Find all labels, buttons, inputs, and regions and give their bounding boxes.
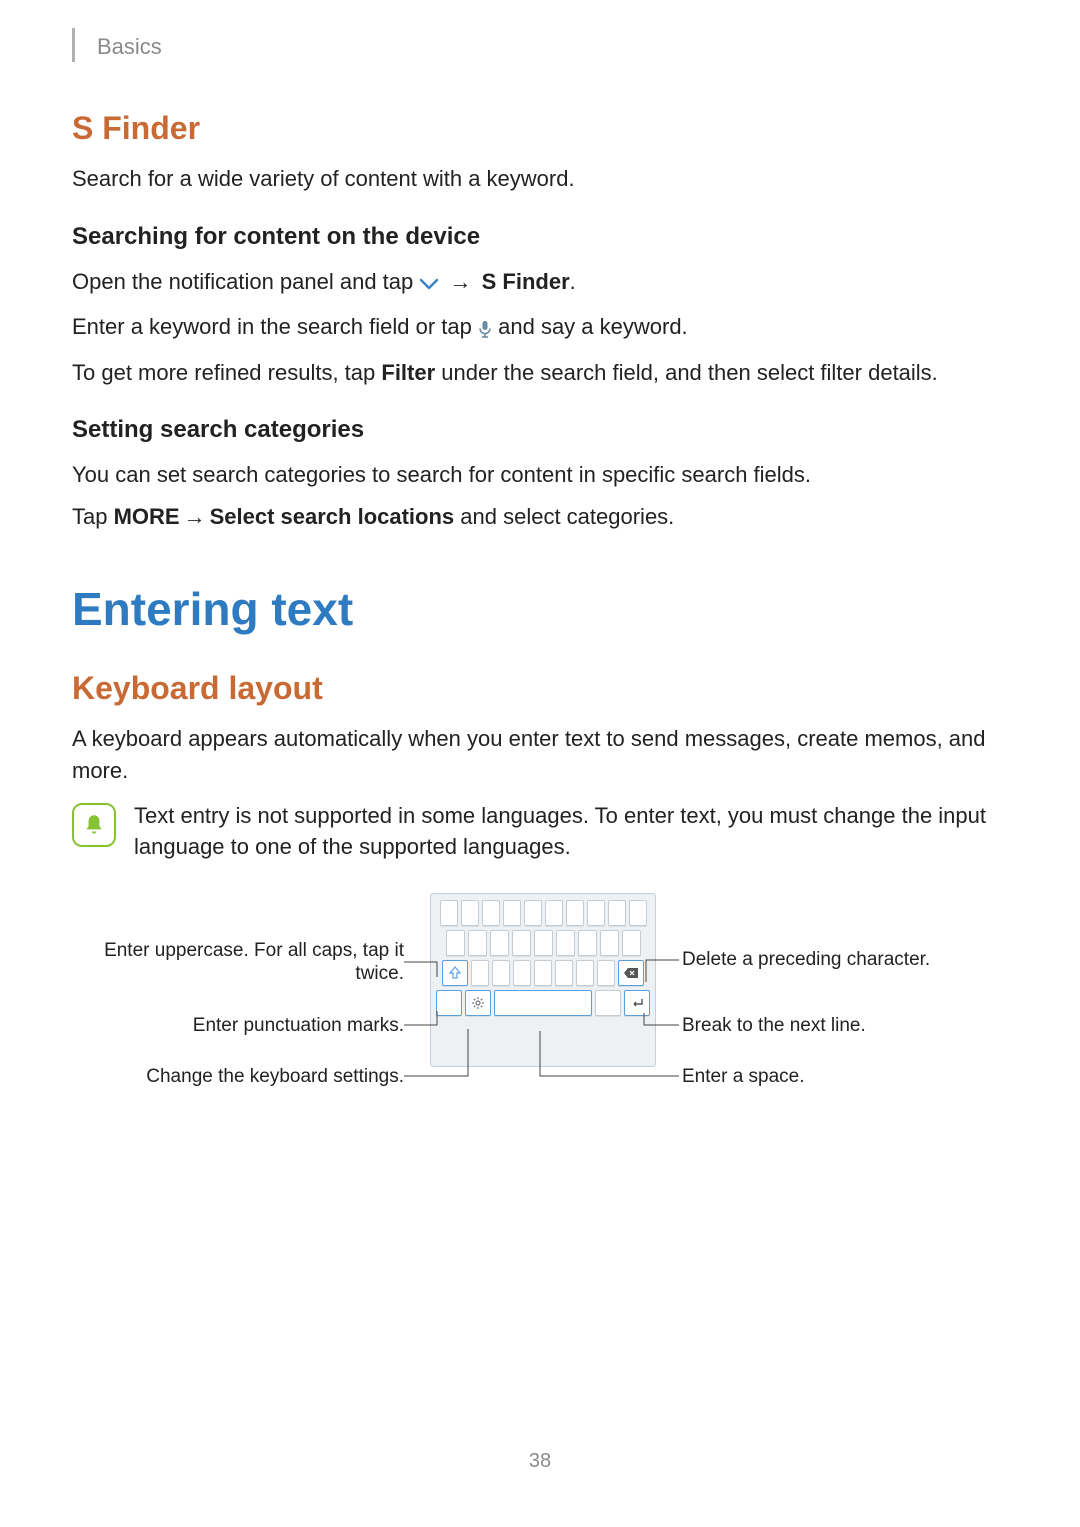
heading-search-content: Searching for content on the device	[72, 223, 1008, 251]
open-panel-line: Open the notification panel and tap → S …	[72, 265, 1008, 302]
keyboard-body: A keyboard appears automatically when yo…	[72, 723, 1008, 787]
enter-keyword-post: and say a keyword.	[498, 314, 688, 339]
enter-keyword-pre: Enter a keyword in the search field or t…	[72, 314, 478, 339]
key-generic	[482, 900, 500, 926]
note-bell-icon	[72, 803, 116, 847]
refined-line: To get more refined results, tap Filter …	[72, 356, 1008, 390]
chevron-down-icon	[419, 268, 439, 302]
key-generic	[587, 900, 605, 926]
key-generic	[440, 900, 458, 926]
header-divider	[72, 28, 75, 62]
heading-keyboard-layout: Keyboard layout	[72, 670, 1008, 707]
cat-tap-bold: Select search locations	[210, 504, 455, 529]
key-generic	[534, 930, 553, 956]
arrow-glyph-2: →	[180, 500, 210, 534]
key-generic	[597, 960, 615, 986]
cat-tap-post: and select categories.	[454, 504, 674, 529]
key-generic	[600, 930, 619, 956]
sfinder-intro: Search for a wide variety of content wit…	[72, 163, 1008, 195]
key-generic	[595, 990, 621, 1016]
key-generic	[576, 960, 594, 986]
callout-line	[404, 1027, 478, 1087]
key-generic	[461, 900, 479, 926]
key-generic	[566, 900, 584, 926]
open-panel-bold: S Finder	[482, 269, 570, 294]
cat-tap-more: MORE	[114, 504, 180, 529]
key-generic	[513, 960, 531, 986]
callout-break: Break to the next line.	[682, 1014, 982, 1038]
cat-body: You can set search categories to search …	[72, 458, 1008, 492]
callout-line	[404, 1009, 452, 1029]
heading-search-categories: Setting search categories	[72, 416, 1008, 444]
cat-tap-pre: Tap	[72, 504, 114, 529]
page-number: 38	[0, 1450, 1080, 1473]
key-generic	[534, 960, 552, 986]
callout-line	[637, 1011, 679, 1029]
running-header: Basics	[72, 32, 1008, 62]
arrow-glyph: →	[446, 265, 476, 299]
refined-post: under the search field, and then select …	[435, 360, 938, 385]
heading-sfinder: S Finder	[72, 110, 1008, 147]
note-text: Text entry is not supported in some lang…	[134, 801, 1008, 863]
key-generic	[608, 900, 626, 926]
key-generic	[555, 960, 573, 986]
note-block: Text entry is not supported in some lang…	[72, 801, 1008, 863]
callout-space: Enter a space.	[682, 1065, 982, 1089]
keyboard-diagram: Enter uppercase. For all caps, tap it tw…	[72, 893, 1008, 1153]
key-generic	[468, 930, 487, 956]
callout-delete: Delete a preceding character.	[682, 948, 982, 972]
key-generic	[556, 930, 575, 956]
key-generic	[545, 900, 563, 926]
refined-bold: Filter	[381, 360, 435, 385]
open-panel-post: .	[570, 269, 576, 294]
key-generic	[512, 930, 531, 956]
key-generic	[471, 960, 489, 986]
heading-entering-text: Entering text	[72, 582, 1008, 636]
refined-pre: To get more refined results, tap	[72, 360, 381, 385]
callout-line	[404, 951, 452, 991]
callout-line	[534, 1029, 679, 1089]
key-generic	[524, 900, 542, 926]
key-generic	[492, 960, 510, 986]
key-settings	[465, 990, 491, 1016]
enter-keyword-line: Enter a keyword in the search field or t…	[72, 310, 1008, 348]
key-generic	[622, 930, 641, 956]
cat-tap-line: Tap MORE → Select search locations and s…	[72, 500, 1008, 534]
key-generic	[490, 930, 509, 956]
key-space	[494, 990, 592, 1016]
key-generic	[629, 900, 647, 926]
key-generic	[503, 900, 521, 926]
callout-settings: Change the keyboard settings.	[84, 1065, 404, 1089]
callout-line	[639, 958, 679, 998]
microphone-icon	[478, 314, 492, 348]
key-generic	[578, 930, 597, 956]
open-panel-pre: Open the notification panel and tap	[72, 269, 419, 294]
callout-uppercase: Enter uppercase. For all caps, tap it tw…	[84, 939, 404, 987]
header-section: Basics	[97, 34, 162, 60]
callout-punct: Enter punctuation marks.	[84, 1014, 404, 1038]
